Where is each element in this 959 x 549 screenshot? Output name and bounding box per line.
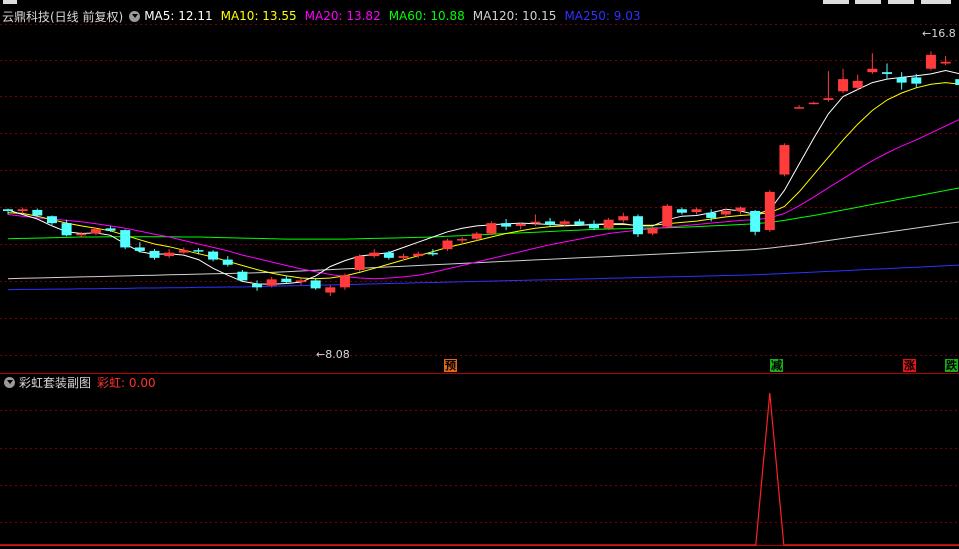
- candle-body: [17, 209, 28, 211]
- candle-body: [46, 216, 57, 224]
- ma120-line: [7, 221, 959, 280]
- candle-body: [501, 223, 512, 227]
- ma10-line: [7, 82, 959, 280]
- candle-body: [764, 191, 775, 231]
- candle-body: [134, 247, 145, 251]
- candle-body: [925, 54, 936, 69]
- candle-body: [369, 252, 380, 257]
- candle-body: [413, 253, 424, 257]
- candle-body: [867, 68, 878, 73]
- candle-body: [266, 279, 277, 286]
- candle-body: [208, 251, 219, 260]
- candle-body: [852, 80, 863, 88]
- candle-body: [808, 102, 819, 105]
- candle-body: [3, 209, 13, 211]
- candle-body: [574, 221, 585, 225]
- ma60-line: [7, 187, 959, 240]
- ma120-label: MA120: 10.15: [472, 9, 557, 23]
- candle-body: [76, 233, 87, 236]
- candle-body: [296, 280, 306, 283]
- signal-yu: 预: [444, 359, 457, 372]
- sub-chart-header: 彩虹套装副图 彩虹: 0.00: [2, 374, 156, 390]
- toolbar-tab[interactable]: [921, 0, 951, 4]
- ma20-label: MA20: 13.82: [304, 9, 381, 23]
- candle-body: [662, 205, 673, 227]
- candle-body: [955, 79, 959, 86]
- candle-body: [325, 287, 336, 293]
- chevron-down-icon[interactable]: [129, 10, 141, 22]
- ma60-label: MA60: 10.88: [388, 9, 465, 23]
- candle-body: [618, 216, 629, 221]
- candle-body: [471, 233, 482, 239]
- candle-body: [120, 230, 131, 248]
- candle-body: [281, 278, 292, 283]
- candle-body: [559, 221, 570, 224]
- candle-body: [750, 210, 761, 232]
- candle-body: [354, 256, 365, 270]
- candle-body: [589, 223, 599, 229]
- candle-body: [383, 252, 394, 258]
- candle-body: [252, 283, 263, 288]
- candle-body: [632, 216, 643, 235]
- candle-body: [178, 250, 189, 253]
- signal-jian: 减: [770, 359, 783, 372]
- signal-zhang: 涨: [903, 359, 916, 372]
- candle-body: [530, 221, 541, 224]
- ma250-label: MA250: 9.03: [564, 9, 641, 23]
- ma5-label: MA5: 12.11: [144, 9, 213, 23]
- candle-body: [222, 259, 233, 265]
- min-price-label: ←8.08: [316, 348, 350, 361]
- candle-body: [940, 61, 951, 64]
- candle-body: [896, 77, 907, 83]
- candle-body: [164, 252, 175, 257]
- sub-chart-title[interactable]: 彩虹套装副图: [19, 374, 91, 391]
- max-price-label: ←16.8: [922, 27, 956, 40]
- candle-body: [911, 77, 922, 84]
- candle-body: [90, 229, 101, 234]
- candle-body: [838, 79, 849, 92]
- ma250-line: [7, 264, 959, 291]
- candle-body: [237, 271, 248, 281]
- candle-body: [823, 98, 834, 100]
- candle-body: [32, 209, 43, 216]
- toolbar-tab[interactable]: [855, 0, 881, 4]
- candle-body: [515, 223, 526, 226]
- toolbar-tab[interactable]: [888, 0, 914, 4]
- main-chart-header: 云鼎科技(日线 前复权) MA5: 12.11 MA10: 13.55 MA20…: [2, 7, 640, 25]
- candle-body: [457, 239, 468, 241]
- candle-body: [691, 209, 702, 213]
- candle-body: [706, 212, 717, 218]
- candle-body: [603, 219, 614, 229]
- candle-body: [647, 228, 658, 234]
- chevron-down-icon[interactable]: [4, 376, 15, 388]
- candle-body: [545, 221, 556, 225]
- toolbar-tab[interactable]: [3, 0, 17, 4]
- candle-body: [61, 223, 72, 236]
- candle-body: [339, 275, 350, 288]
- ma10-label: MA10: 13.55: [220, 9, 297, 23]
- chart-canvas: [0, 24, 959, 546]
- candle-body: [720, 210, 731, 215]
- candle-body: [105, 228, 116, 231]
- candle-body: [442, 240, 453, 250]
- candle-body: [193, 250, 204, 252]
- candle-body: [149, 250, 160, 258]
- toolbar-tab[interactable]: [823, 0, 849, 4]
- candle-body: [794, 107, 805, 109]
- toolbar-strip: [0, 0, 959, 5]
- rainbow-value: 彩虹: 0.00: [97, 375, 156, 390]
- candle-body: [486, 223, 497, 234]
- candle-body: [779, 145, 790, 175]
- stock-title[interactable]: 云鼎科技(日线 前复权): [2, 8, 123, 25]
- candle-body: [676, 209, 687, 213]
- signal-die: 跌: [945, 359, 958, 372]
- candle-body: [735, 207, 746, 211]
- candle-body: [310, 280, 321, 289]
- candle-body: [427, 252, 438, 255]
- candle-body: [398, 256, 409, 258]
- candle-body: [882, 72, 892, 74]
